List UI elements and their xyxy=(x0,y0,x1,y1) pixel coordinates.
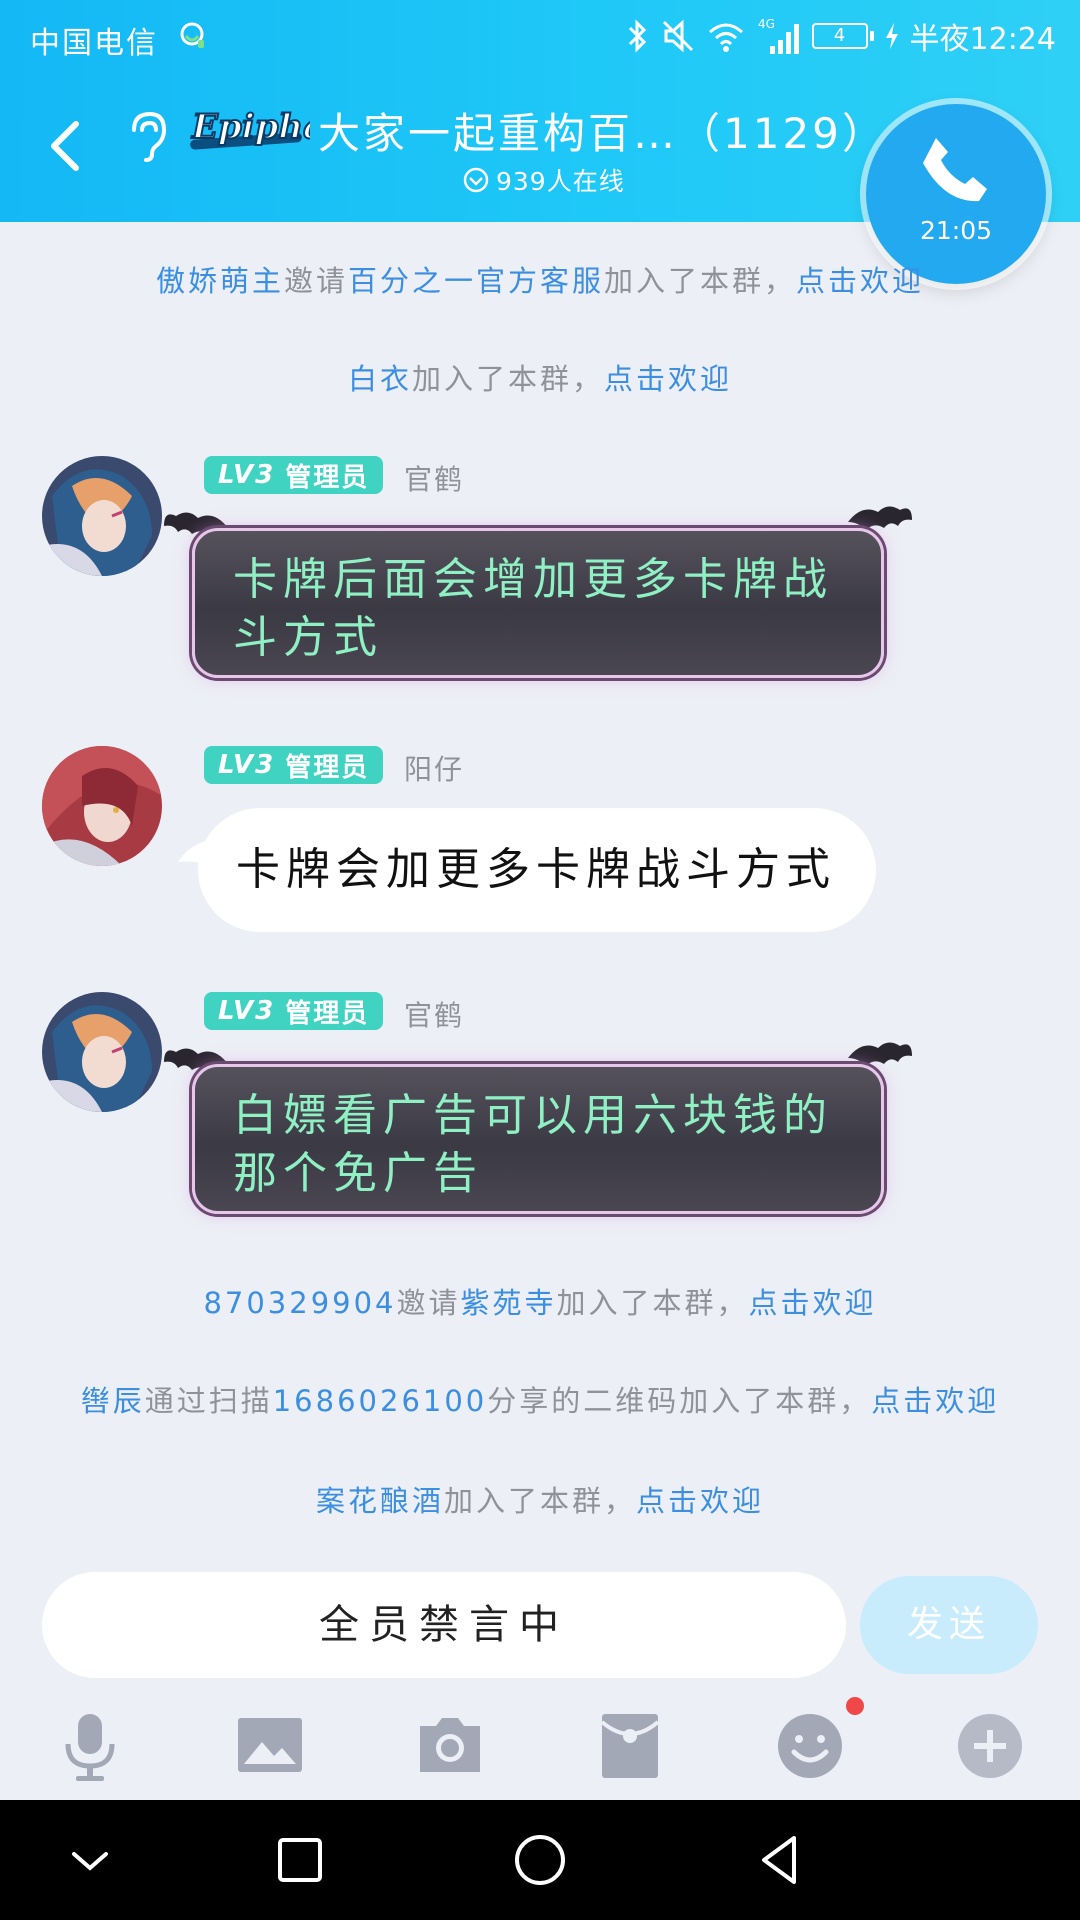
message-bubble[interactable]: 卡牌后面会增加更多卡牌战斗方式 xyxy=(192,528,884,678)
system-message-link[interactable]: 百分之一官方客服 xyxy=(348,264,604,298)
battery-level: 4 xyxy=(811,23,868,49)
system-message-text: 加入了本群， xyxy=(556,1286,749,1320)
system-message-link[interactable]: 傲娇萌主 xyxy=(156,264,284,298)
system-message-text: 加入了本群， xyxy=(604,264,797,298)
avatar[interactable] xyxy=(42,746,162,866)
status-bar: 中国电信 4G 4 半夜12:24 xyxy=(0,0,1080,74)
microphone-icon[interactable] xyxy=(50,1706,130,1786)
network-type: 4G xyxy=(758,17,775,31)
system-message-link[interactable]: 1686026100 xyxy=(273,1384,488,1418)
send-button[interactable]: 发送 xyxy=(860,1576,1038,1674)
system-message: 傲娇萌主邀请百分之一官方客服加入了本群，点击欢迎 xyxy=(0,258,1080,300)
phone-icon xyxy=(923,138,987,202)
bluetooth-icon xyxy=(628,19,646,53)
wifi-icon xyxy=(708,23,743,52)
level-text: LV3 xyxy=(218,460,276,490)
role-text: 管理员 xyxy=(285,462,370,493)
camera-icon[interactable] xyxy=(410,1706,490,1786)
back-nav-icon[interactable] xyxy=(750,1830,810,1890)
system-message-text: 分享的二维码加入了本群， xyxy=(487,1384,872,1418)
system-message-link[interactable]: 点击欢迎 xyxy=(871,1384,999,1418)
member-level-badge: LV3 管理员 xyxy=(204,992,384,1030)
message-input[interactable]: 全员禁言中 xyxy=(42,1572,846,1678)
back-icon[interactable] xyxy=(40,116,90,176)
hide-keyboard-icon[interactable] xyxy=(60,1830,120,1890)
group-title[interactable]: 大家一起重构百…（1129） xyxy=(318,100,887,161)
system-message-link[interactable]: 白衣 xyxy=(348,362,412,396)
role-text: 管理员 xyxy=(285,998,370,1029)
group-logo: Epiphany xyxy=(190,106,310,150)
signal-icon: 4G xyxy=(758,17,799,54)
system-message-link[interactable]: 点击欢迎 xyxy=(796,264,924,298)
system-message-text: 通过扫描 xyxy=(144,1384,273,1418)
sender-name[interactable]: 阳仔 xyxy=(404,748,464,788)
system-message-text: 加入了本群， xyxy=(443,1484,636,1518)
call-duration: 21:05 xyxy=(919,216,993,245)
system-message-link[interactable]: 点击欢迎 xyxy=(749,1286,877,1320)
system-message-text: 邀请 xyxy=(283,264,348,298)
earpiece-mode-icon[interactable] xyxy=(124,108,168,164)
image-icon[interactable] xyxy=(230,1706,310,1786)
charging-icon xyxy=(885,23,898,49)
system-message-text: 加入了本群， xyxy=(411,362,604,396)
red-packet-icon[interactable] xyxy=(590,1706,670,1786)
ongoing-call-button[interactable]: 21:05 xyxy=(866,104,1046,284)
notification-dot xyxy=(846,1697,864,1715)
member-level-badge: LV3 管理员 xyxy=(204,746,384,784)
system-message-link[interactable]: 870329904 xyxy=(203,1286,396,1320)
online-count-text: 939人在线 xyxy=(496,167,625,196)
plus-icon[interactable] xyxy=(950,1706,1030,1786)
home-icon[interactable] xyxy=(510,1830,570,1890)
system-message: 870329904邀请紫苑寺加入了本群，点击欢迎 xyxy=(0,1280,1080,1322)
system-message: 白衣加入了本群，点击欢迎 xyxy=(0,356,1080,398)
system-message-link[interactable]: 辔辰 xyxy=(81,1384,145,1418)
role-text: 管理员 xyxy=(285,752,370,783)
group-logo-text: Epiphany xyxy=(191,107,310,147)
mute-icon xyxy=(662,19,693,53)
navigation-bar xyxy=(0,1800,1080,1920)
status-icons: 4G 4 半夜12:24 xyxy=(626,16,1056,57)
sender-name[interactable]: 官鹤 xyxy=(404,994,464,1034)
system-message-link[interactable]: 点击欢迎 xyxy=(636,1484,764,1518)
avatar[interactable] xyxy=(42,992,162,1112)
online-count[interactable]: 939人在线 xyxy=(462,162,625,198)
battery-icon: 4 xyxy=(811,23,874,49)
message-bubble[interactable]: 卡牌会加更多卡牌战斗方式 xyxy=(198,808,876,932)
emoji-icon[interactable] xyxy=(770,1706,850,1786)
recent-apps-icon[interactable] xyxy=(270,1830,330,1890)
carrier-name: 中国电信 xyxy=(30,26,158,61)
level-text: LV3 xyxy=(218,750,276,780)
clock: 半夜12:24 xyxy=(909,22,1056,57)
avatar[interactable] xyxy=(42,456,162,576)
input-toolbar xyxy=(0,1700,1080,1800)
system-message: 案花酿酒加入了本群，点击欢迎 xyxy=(0,1478,1080,1520)
sender-name[interactable]: 官鹤 xyxy=(404,458,464,498)
chevron-down-circle-icon xyxy=(463,167,489,193)
system-message-text: 邀请 xyxy=(396,1286,461,1320)
system-message: 辔辰通过扫描1686026100分享的二维码加入了本群，点击欢迎 xyxy=(0,1378,1080,1420)
hd-call-icon xyxy=(180,22,204,48)
member-level-badge: LV3 管理员 xyxy=(204,456,384,494)
system-message-link[interactable]: 点击欢迎 xyxy=(604,362,732,396)
system-message-link[interactable]: 案花酿酒 xyxy=(316,1484,444,1518)
message-bubble[interactable]: 白嫖看广告可以用六块钱的那个免广告 xyxy=(192,1064,884,1214)
system-message-link[interactable]: 紫苑寺 xyxy=(461,1286,557,1320)
level-text: LV3 xyxy=(218,996,276,1026)
